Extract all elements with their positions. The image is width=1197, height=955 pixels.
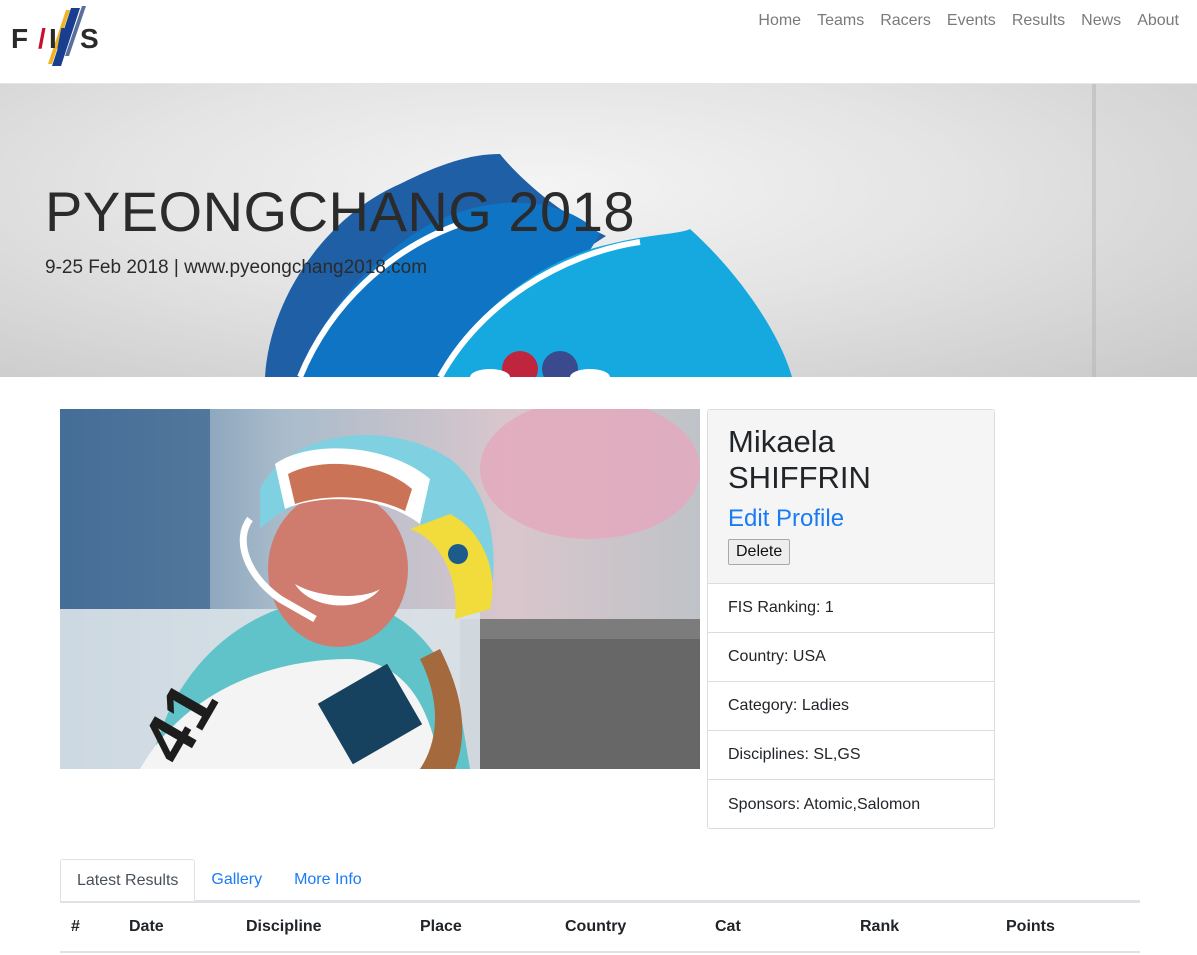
svg-text:/: / — [38, 23, 46, 54]
tab-latest-results[interactable]: Latest Results — [60, 859, 196, 902]
sponsors-item: Sponsors: Atomic,Salomon — [728, 795, 921, 813]
nav-news-link[interactable]: News — [1081, 10, 1121, 32]
column-header-number[interactable]: # — [60, 901, 129, 953]
profile-tabs: Latest Results Gallery More Info — [60, 859, 1140, 902]
tab-more-info[interactable]: More Info — [278, 859, 378, 901]
delete-button[interactable]: Delete — [728, 539, 791, 565]
nav-teams-link[interactable]: Teams — [817, 10, 864, 32]
svg-text:S: S — [80, 23, 99, 54]
disciplines-item: Disciplines: SL,GS — [708, 731, 994, 780]
column-header-rank[interactable]: Rank — [860, 901, 1006, 953]
svg-text:/: / — [57, 23, 65, 54]
nav-events-link[interactable]: Events — [947, 10, 996, 32]
column-header-discipline[interactable]: Discipline — [246, 901, 420, 953]
athlete-last-name: SHIFFRIN — [728, 460, 871, 495]
hero-title: PYEONGCHANG 2018 — [45, 180, 635, 243]
fis-ranking-item: FIS Ranking: 1 — [708, 584, 994, 633]
profile-card-header: Mikaela SHIFFRIN Edit Profile Delete — [708, 410, 994, 584]
athlete-first-name: Mikaela — [728, 424, 835, 459]
results-table: # Date Discipline Place Country Cat Rank… — [60, 901, 1140, 953]
athlete-profile-card: Mikaela SHIFFRIN Edit Profile Delete FIS… — [707, 409, 995, 829]
hero-subtitle: 9-25 Feb 2018 | www.pyeongchang2018.com — [45, 257, 428, 278]
nav-racers-link[interactable]: Racers — [880, 10, 931, 32]
nav-about-link[interactable]: About — [1137, 10, 1179, 32]
column-header-cat[interactable]: Cat — [715, 901, 860, 953]
fis-logo[interactable]: F / I / S — [8, 4, 108, 72]
athlete-photo: 41 — [60, 409, 700, 769]
column-header-date[interactable]: Date — [129, 901, 246, 953]
fis-logo-mark: F / I / S — [11, 6, 99, 66]
nav-results-link[interactable]: Results — [1012, 10, 1065, 32]
main-nav: Home Teams Racers Events Results News Ab… — [758, 10, 1179, 32]
tab-gallery[interactable]: Gallery — [195, 859, 278, 901]
edit-profile-link[interactable]: Edit Profile — [728, 505, 974, 533]
hero-banner: PYEONGCHANG 2018 9-25 Feb 2018 | www.pye… — [0, 84, 1197, 377]
nav-home-link[interactable]: Home — [758, 10, 801, 32]
svg-text:F: F — [11, 23, 28, 54]
column-header-place[interactable]: Place — [420, 901, 565, 953]
svg-text:I: I — [49, 23, 57, 54]
athlete-photo-image: 41 — [60, 409, 700, 769]
column-header-country[interactable]: Country — [565, 901, 715, 953]
navbar: F / I / S Home Teams Racers Events Resul… — [0, 0, 1197, 84]
column-header-points[interactable]: Points — [1006, 901, 1140, 953]
country-item: Country: USA — [708, 633, 994, 682]
results-header-row: # Date Discipline Place Country Cat Rank… — [60, 901, 1140, 953]
category-item: Category: Ladies — [708, 682, 994, 731]
